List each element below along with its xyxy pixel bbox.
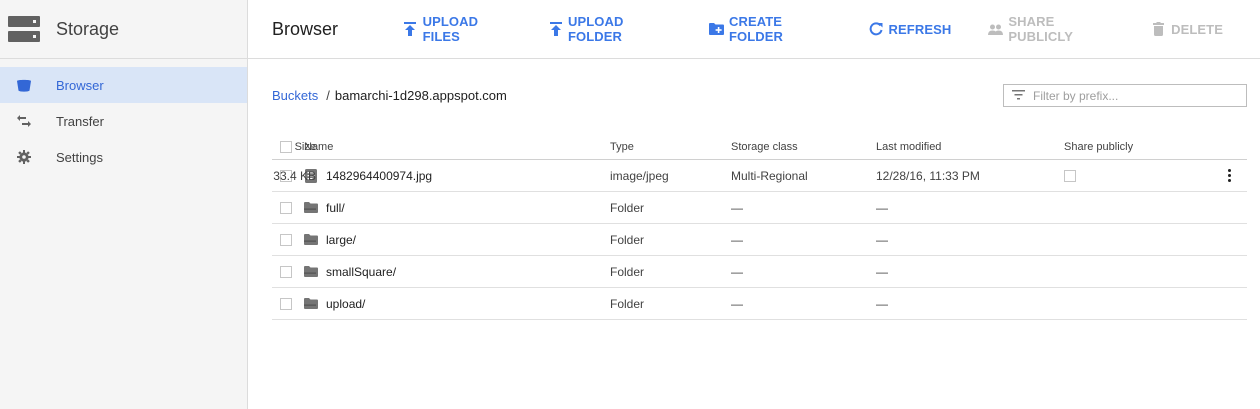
cell-storage-class: —	[731, 296, 743, 311]
table-header-row: Name Size Type Storage class Last modifi…	[272, 135, 1247, 160]
sidebar-item-label: Transfer	[56, 113, 104, 129]
people-icon	[988, 21, 1004, 37]
breadcrumb-separator: /	[326, 88, 330, 103]
column-header-share-publicly[interactable]: Share publicly	[1064, 141, 1133, 153]
cell-storage-class: —	[731, 232, 743, 247]
create-folder-label: CREATE FOLDER	[729, 14, 784, 44]
refresh-icon	[868, 21, 884, 37]
cell-type: Folder	[610, 232, 645, 247]
table-row[interactable]: large/ — Folder — —	[272, 224, 1247, 256]
column-header-size[interactable]: Size	[295, 141, 316, 153]
row-checkbox[interactable]	[280, 297, 292, 310]
folder-name-link[interactable]: full/	[326, 201, 345, 215]
sidebar-item-label: Browser	[56, 77, 104, 93]
sidebar-item-label: Settings	[56, 149, 103, 165]
cell-type: Folder	[610, 200, 645, 215]
select-all-checkbox[interactable]	[280, 141, 292, 153]
cell-last-modified: 12/28/16, 11:33 PM	[876, 168, 980, 183]
share-publicly-checkbox[interactable]	[1064, 169, 1076, 182]
trash-icon	[1150, 21, 1166, 37]
breadcrumb-current: bamarchi-1d298.appspot.com	[334, 88, 507, 103]
delete-label: DELETE	[1171, 21, 1223, 37]
share-publicly-button[interactable]: SHARE PUBLICLY	[988, 14, 1113, 44]
refresh-label: REFRESH	[888, 21, 952, 37]
objects-table: Name Size Type Storage class Last modifi…	[272, 135, 1247, 320]
row-checkbox[interactable]	[280, 201, 292, 214]
cell-type: Folder	[610, 264, 645, 279]
sidebar-item-settings[interactable]: Settings	[0, 139, 247, 175]
sidebar-nav: Browser Transfer Settings	[0, 67, 247, 175]
create-folder-button[interactable]: CREATE FOLDER	[709, 14, 831, 44]
cell-type: Folder	[610, 296, 645, 311]
table-row[interactable]: 1482964400974.jpg 33.4 KB image/jpeg Mul…	[272, 160, 1247, 192]
cell-last-modified: —	[876, 232, 888, 247]
table-row[interactable]: full/ — Folder — —	[272, 192, 1247, 224]
cell-size: —	[304, 200, 316, 215]
sidebar: Storage Browser Transfer Settings	[0, 0, 248, 409]
cell-type: image/jpeg	[610, 168, 669, 183]
upload-folder-label: UPLOAD FOLDER	[567, 14, 624, 44]
column-header-last-modified[interactable]: Last modified	[876, 141, 941, 153]
filter-icon	[1012, 87, 1025, 105]
transfer-arrows-icon	[16, 113, 32, 129]
cell-size: —	[304, 264, 316, 279]
filter-input[interactable]	[1033, 88, 1233, 103]
sidebar-title: Storage	[56, 18, 120, 39]
cell-storage-class: —	[731, 264, 743, 279]
gear-icon	[16, 149, 32, 165]
cell-last-modified: —	[876, 264, 888, 279]
folder-name-link[interactable]: smallSquare/	[326, 265, 396, 279]
cell-storage-class: —	[731, 200, 743, 215]
storage-icon	[8, 16, 40, 42]
sidebar-item-browser[interactable]: Browser	[0, 67, 247, 103]
row-checkbox[interactable]	[280, 265, 292, 278]
cell-size: —	[304, 296, 316, 311]
cell-size: —	[304, 232, 316, 247]
upload-files-label: UPLOAD FILES	[422, 14, 479, 44]
filter-box[interactable]	[1003, 84, 1247, 107]
column-header-type[interactable]: Type	[610, 141, 634, 153]
column-header-storage-class[interactable]: Storage class	[731, 141, 798, 153]
bucket-icon	[16, 77, 32, 93]
create-folder-icon	[709, 21, 724, 37]
upload-icon	[403, 21, 418, 37]
main-panel: Browser UPLOAD FILES UPLOAD FOLDER CREAT…	[248, 0, 1260, 409]
sidebar-item-transfer[interactable]: Transfer	[0, 103, 247, 139]
folder-name-link[interactable]: large/	[326, 233, 356, 247]
sidebar-header: Storage	[0, 0, 247, 59]
refresh-button[interactable]: REFRESH	[868, 21, 952, 37]
toolbar: Browser UPLOAD FILES UPLOAD FOLDER CREAT…	[248, 0, 1260, 59]
folder-name-link[interactable]: upload/	[326, 297, 365, 311]
page-title: Browser	[272, 18, 339, 39]
table-row[interactable]: upload/ — Folder — —	[272, 288, 1247, 320]
more-options-icon[interactable]	[1221, 168, 1237, 184]
upload-files-button[interactable]: UPLOAD FILES	[403, 14, 511, 44]
cell-size: 33.4 KB	[273, 168, 316, 183]
cell-last-modified: —	[876, 296, 888, 311]
upload-folder-button[interactable]: UPLOAD FOLDER	[548, 14, 672, 44]
breadcrumb-buckets-link[interactable]: Buckets	[272, 88, 318, 103]
delete-button[interactable]: DELETE	[1150, 21, 1223, 37]
upload-icon	[548, 21, 563, 37]
cell-last-modified: —	[876, 200, 888, 215]
file-name-link[interactable]: 1482964400974.jpg	[326, 169, 432, 183]
table-row[interactable]: smallSquare/ — Folder — —	[272, 256, 1247, 288]
row-checkbox[interactable]	[280, 233, 292, 246]
share-publicly-label: SHARE PUBLICLY	[1008, 14, 1073, 44]
cell-storage-class: Multi-Regional	[731, 168, 808, 183]
breadcrumb: Buckets / bamarchi-1d298.appspot.com	[272, 84, 1247, 107]
